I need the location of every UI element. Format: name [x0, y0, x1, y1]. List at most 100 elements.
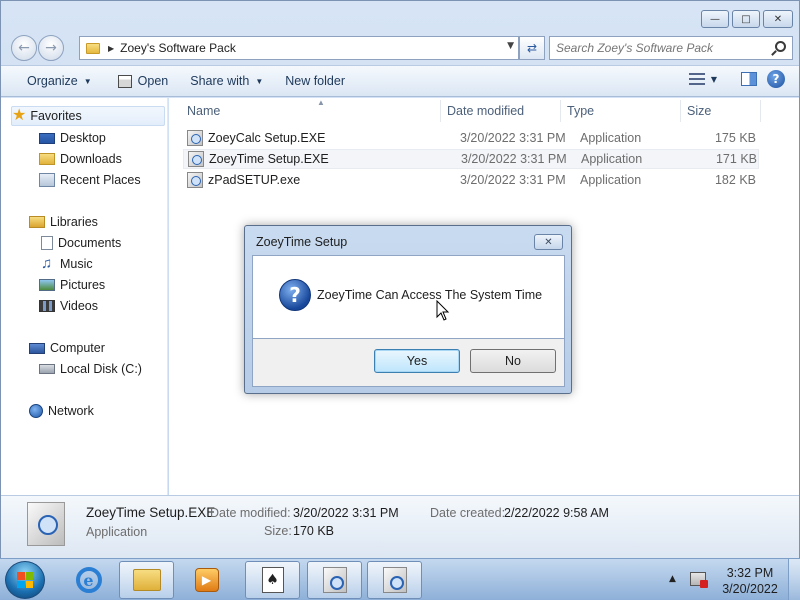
breadcrumb-current[interactable]: Zoey's Software Pack [120, 41, 236, 55]
nav-label: Music [60, 257, 93, 271]
new-folder-label: New folder [285, 74, 345, 88]
videos-icon [39, 300, 55, 312]
taskbar-setup[interactable] [367, 561, 422, 599]
column-header-size[interactable]: Size [681, 100, 761, 122]
new-folder-button[interactable]: New folder [277, 69, 353, 93]
maximize-button[interactable]: □ [732, 10, 760, 28]
nav-music[interactable]: ♫ Music [41, 254, 93, 274]
taskbar-windows-explorer[interactable] [119, 561, 174, 599]
network-icon [29, 404, 43, 418]
file-row-selected[interactable]: ZoeyTime Setup.EXE 3/20/2022 3:31 PM App… [183, 149, 759, 169]
caption-buttons: — □ ✕ [701, 10, 793, 28]
close-button[interactable]: ✕ [763, 10, 793, 28]
navigation-pane: ★ Favorites Desktop Downloads Recent Pla… [1, 98, 168, 495]
details-date-created-label: Date created: [430, 506, 506, 520]
details-date-created: 2/22/2022 9:58 AM [504, 506, 609, 520]
search-input[interactable] [556, 41, 766, 55]
taskbar-internet-explorer[interactable]: e [61, 561, 116, 599]
open-label: Open [137, 74, 169, 88]
nav-pictures[interactable]: Pictures [39, 275, 105, 295]
nav-desktop[interactable]: Desktop [39, 128, 106, 148]
yes-button[interactable]: Yes [374, 349, 460, 373]
column-label: Type [567, 104, 595, 118]
file-date: 3/20/2022 3:31 PM [460, 173, 566, 187]
computer-icon [29, 342, 45, 354]
details-size: 170 KB [293, 524, 335, 538]
star-icon: ★ [12, 107, 27, 124]
breadcrumb-arrow-icon[interactable]: ▶ [108, 44, 114, 53]
forward-button[interactable]: → [38, 35, 64, 61]
minimize-button[interactable]: — [701, 10, 729, 28]
nav-libraries[interactable]: Libraries [29, 212, 98, 232]
file-type: Application [580, 173, 642, 187]
address-row: ← → ▶ Zoey's Software Pack ▼ ⇄ [9, 34, 793, 61]
show-hidden-icons-icon[interactable]: ▲ [669, 574, 676, 584]
help-icon[interactable]: ? [767, 70, 785, 88]
organize-button[interactable]: Organize ▼ [19, 69, 100, 93]
arrow-left-icon: ← [18, 40, 30, 56]
refresh-icon: ⇄ [526, 41, 538, 55]
arrow-right-icon: → [45, 40, 57, 56]
taskbar-solitaire[interactable]: ♠ [245, 561, 300, 599]
no-button[interactable]: No [470, 349, 556, 373]
nav-label: Downloads [60, 152, 122, 166]
chevron-down-icon[interactable]: ▼ [507, 41, 514, 51]
action-center-icon[interactable] [690, 572, 708, 588]
search-icon[interactable] [775, 41, 786, 52]
preview-pane-icon[interactable] [741, 72, 757, 86]
nav-label: Recent Places [60, 173, 141, 187]
address-bar[interactable]: ▶ Zoey's Software Pack ▼ [79, 36, 519, 60]
file-name: ZoeyTime Setup.EXE [209, 152, 329, 166]
nav-favorites[interactable]: ★ Favorites [11, 106, 165, 126]
dialog-close-button[interactable]: ✕ [534, 234, 563, 250]
chevron-down-icon[interactable]: ▼ [711, 75, 717, 84]
view-controls: ▼ ? [688, 70, 785, 88]
setup-file-icon [187, 172, 203, 188]
show-desktop-button[interactable] [788, 559, 800, 600]
column-header-date-modified[interactable]: Date modified [441, 100, 561, 122]
column-label: Name [187, 104, 221, 118]
file-size: 175 KB [714, 131, 756, 145]
details-date-modified-label: Date modified: [210, 506, 291, 520]
nav-computer[interactable]: Computer [29, 338, 105, 358]
desktop-icon [39, 132, 55, 144]
share-with-button[interactable]: Share with ▼ [182, 69, 271, 93]
column-label: Size [687, 104, 712, 118]
nav-documents[interactable]: Documents [41, 233, 121, 253]
nav-local-disk[interactable]: Local Disk (C:) [39, 359, 142, 379]
organize-label: Organize [27, 74, 78, 88]
file-date: 3/20/2022 3:31 PM [461, 152, 567, 166]
column-header-name[interactable]: ▲ Name [181, 98, 441, 122]
views-icon[interactable] [688, 73, 705, 85]
hard-drive-icon [39, 364, 55, 374]
nav-label: Network [48, 404, 94, 418]
windows-logo-icon [17, 572, 33, 588]
setup-file-icon [187, 130, 203, 146]
file-row[interactable]: ZoeyCalc Setup.EXE 3/20/2022 3:31 PM App… [183, 128, 759, 148]
file-size: 182 KB [714, 173, 756, 187]
start-button[interactable] [5, 561, 45, 599]
media-center-icon [322, 567, 347, 593]
taskbar-media-center[interactable] [307, 561, 362, 599]
column-header-type[interactable]: Type [561, 100, 681, 122]
taskbar: e ▶ ♠ ▲ 3:32 PM 3/20/2022 [0, 558, 800, 600]
nav-recent-places[interactable]: Recent Places [39, 170, 141, 190]
refresh-button[interactable]: ⇄ [519, 36, 545, 60]
nav-network[interactable]: Network [29, 401, 94, 421]
details-file-type: Application [86, 525, 148, 539]
details-file-name: ZoeyTime Setup.EXE [86, 505, 216, 520]
mouse-cursor-icon [436, 300, 450, 321]
nav-videos[interactable]: Videos [39, 296, 98, 316]
back-button[interactable]: ← [11, 35, 37, 61]
file-row[interactable]: zPadSETUP.exe 3/20/2022 3:31 PM Applicat… [183, 170, 759, 190]
folder-icon [86, 42, 100, 54]
title-bar[interactable]: — □ ✕ [1, 1, 800, 31]
system-clock[interactable]: 3:32 PM 3/20/2022 [717, 565, 783, 597]
nav-downloads[interactable]: Downloads [39, 149, 122, 169]
file-name: zPadSETUP.exe [208, 173, 301, 187]
taskbar-media-player[interactable]: ▶ [179, 561, 234, 599]
setup-file-icon [188, 151, 204, 167]
dialog-message: ZoeyTime Can Access The System Time [317, 288, 543, 302]
open-button[interactable]: Open [110, 69, 177, 93]
search-box [549, 36, 793, 60]
